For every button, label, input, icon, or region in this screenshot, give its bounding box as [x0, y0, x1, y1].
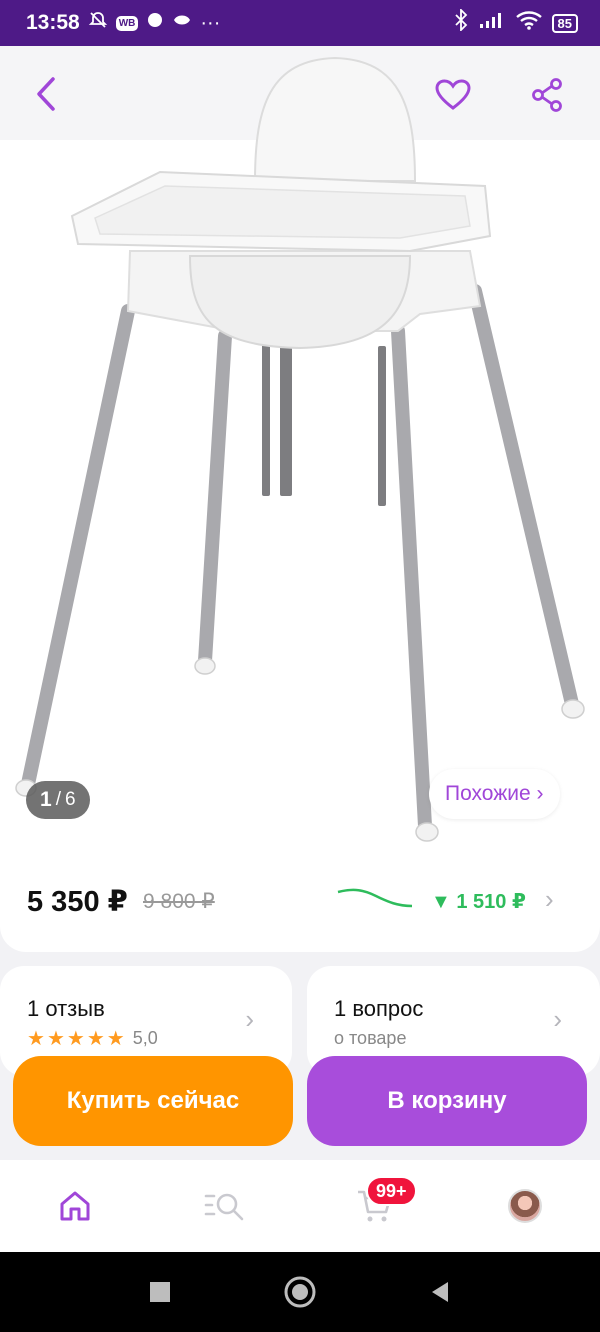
back-system-button[interactable] [420, 1272, 460, 1312]
back-arrow-icon [37, 77, 55, 111]
buy-now-button[interactable]: Купить сейчас [13, 1056, 293, 1146]
price-history-sparkline[interactable] [336, 884, 416, 914]
back-button[interactable] [22, 70, 70, 118]
rating-row: ★ ★ ★ ★ ★ 5,0 [27, 1028, 158, 1049]
counter-separator: / [55, 789, 61, 810]
current-image-index: 1 [40, 788, 52, 811]
catalog-search-icon [204, 1193, 244, 1221]
battery-level: 85 [551, 13, 578, 33]
star-icon: ★ [86, 1027, 105, 1050]
share-button[interactable] [522, 70, 572, 120]
more-dots: ··· [200, 11, 221, 34]
star-icon: ★ [106, 1027, 125, 1050]
signal-icon [478, 11, 506, 35]
cart-count-badge: 99+ [366, 1176, 417, 1206]
recents-square-icon [150, 1282, 170, 1302]
system-navigation [0, 1252, 600, 1332]
image-counter: 1 / 6 [26, 781, 90, 819]
star-icon: ★ [27, 1027, 45, 1050]
old-price: 9 800 ₽ [143, 890, 215, 913]
share-icon [532, 78, 562, 112]
total-images: 6 [64, 789, 76, 810]
product-image-highchair[interactable] [0, 46, 600, 860]
product-gallery[interactable]: 1 / 6 Похожие › [0, 46, 600, 860]
home-system-button[interactable] [280, 1272, 320, 1312]
back-triangle-icon [432, 1282, 448, 1302]
favorite-button[interactable] [428, 70, 478, 120]
home-icon [60, 1191, 90, 1221]
wb-app-icon: WB [115, 15, 139, 31]
nav-cart[interactable] [300, 1160, 450, 1252]
current-price: 5 350 ₽ [27, 886, 128, 918]
profile-avatar-icon [508, 1189, 542, 1223]
nav-catalog[interactable] [150, 1160, 300, 1252]
price-drop-label: ▼ 1 510 ₽ [431, 891, 526, 913]
wifi-icon [515, 10, 542, 36]
action-bar: Купить сейчас В корзину [0, 1056, 600, 1150]
nav-profile[interactable] [450, 1160, 600, 1252]
status-bar: 13:58 WB ··· 85 [0, 0, 600, 46]
status-time: 13:58 [26, 11, 80, 34]
mute-icon [88, 10, 108, 36]
questions-count: 1 вопрос [334, 996, 424, 1021]
reviews-count: 1 отзыв [27, 996, 105, 1021]
price-card[interactable]: 5 350 ₽ 9 800 ₽ ▼ 1 510 ₽ › [0, 850, 600, 952]
similar-products-button[interactable]: Похожие › [429, 769, 560, 819]
notification-icon [146, 11, 164, 35]
recents-button[interactable] [140, 1272, 180, 1312]
nav-home[interactable] [0, 1160, 150, 1252]
home-circle-icon [284, 1276, 316, 1308]
messenger-icon [172, 11, 192, 35]
rating-value: 5,0 [132, 1028, 158, 1048]
chevron-right-icon: › [553, 1004, 562, 1034]
add-to-cart-button[interactable]: В корзину [307, 1056, 587, 1146]
star-icon: ★ [66, 1027, 85, 1050]
chevron-right-icon: › [245, 1004, 254, 1034]
star-icon: ★ [46, 1027, 65, 1050]
bluetooth-icon [454, 7, 468, 37]
questions-subtitle: о товаре [334, 1028, 407, 1048]
bottom-navigation [0, 1160, 600, 1252]
chevron-right-icon[interactable]: › [545, 884, 554, 915]
heart-icon [435, 79, 471, 110]
